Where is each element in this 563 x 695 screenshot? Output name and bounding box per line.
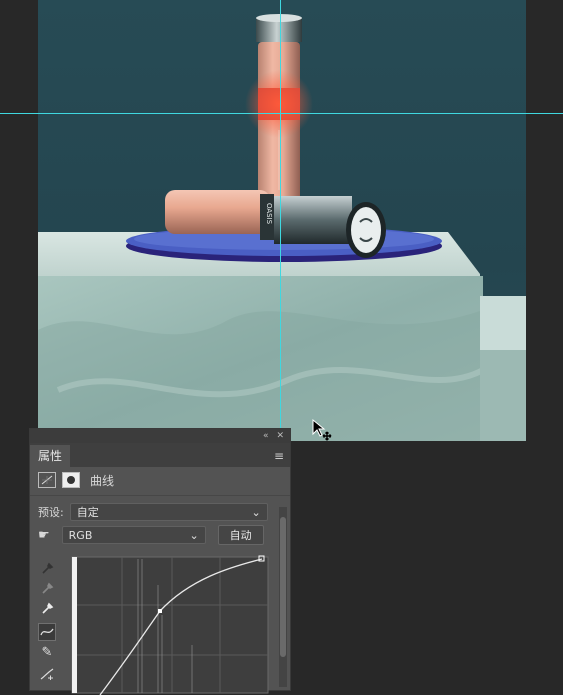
- chevron-down-icon: ⌄: [189, 528, 199, 542]
- panel-header-bar: « ✕: [30, 429, 290, 443]
- bottle-brand-text: OASIS: [265, 203, 273, 225]
- adjustment-type-row: 曲线: [30, 467, 290, 493]
- tab-properties[interactable]: 属性: [30, 445, 71, 467]
- scrollbar-thumb[interactable]: [280, 517, 286, 657]
- layer-mask-icon[interactable]: [62, 472, 80, 488]
- target-adjust-hand-icon[interactable]: ☛: [38, 528, 50, 543]
- adjustment-title: 曲线: [90, 473, 115, 488]
- curves-graph[interactable]: [70, 555, 270, 695]
- preset-row: 预设: 自定 ⌄: [30, 502, 290, 522]
- white-point-eyedropper-icon[interactable]: [38, 599, 56, 617]
- preset-select[interactable]: 自定 ⌄: [69, 503, 268, 521]
- horizontal-guide[interactable]: [0, 113, 563, 114]
- panel-tab-bar: 属性 ≡: [30, 443, 290, 467]
- edit-points-curve-icon[interactable]: [38, 623, 56, 641]
- panel-menu-icon[interactable]: ≡: [274, 449, 284, 463]
- channel-row: ☛ RGB ⌄ 自动: [30, 522, 290, 548]
- move-cursor-icon: [312, 418, 332, 441]
- properties-panel: « ✕ 属性 ≡ 曲线 预设: 自定 ⌄ ☛ RGB ⌄ 自动 ✎: [29, 428, 291, 695]
- preset-label: 预设:: [38, 506, 64, 519]
- channel-select[interactable]: RGB ⌄: [61, 526, 206, 544]
- divider: [30, 495, 290, 496]
- curve-control-point[interactable]: [158, 609, 162, 613]
- smooth-curve-icon[interactable]: [38, 665, 56, 683]
- black-point-eyedropper-icon[interactable]: [38, 559, 56, 577]
- collapse-panel-icon[interactable]: «: [263, 431, 269, 441]
- close-panel-icon[interactable]: ✕: [276, 431, 284, 441]
- curves-adjustment-icon[interactable]: [38, 472, 56, 488]
- pencil-draw-icon[interactable]: ✎: [38, 643, 56, 661]
- preset-value: 自定: [76, 506, 99, 519]
- panel-scrollbar[interactable]: [279, 507, 287, 687]
- document-canvas[interactable]: OASIS: [38, 0, 526, 441]
- channel-value: RGB: [68, 528, 93, 542]
- vertical-guide[interactable]: [280, 0, 281, 441]
- chevron-down-icon: ⌄: [251, 505, 261, 519]
- gray-point-eyedropper-icon[interactable]: [38, 579, 56, 597]
- product-scene: OASIS: [38, 14, 526, 441]
- auto-button[interactable]: 自动: [217, 525, 264, 545]
